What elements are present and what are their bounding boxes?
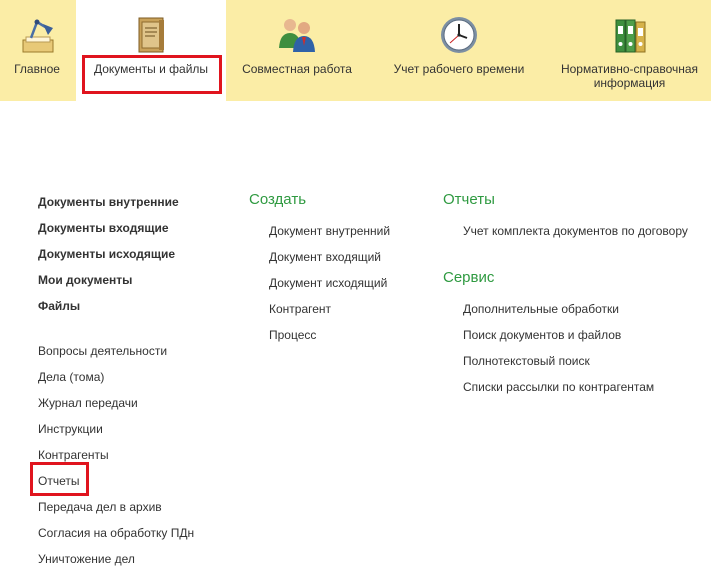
section-main[interactable]: Главное (0, 0, 74, 101)
section-collaboration-label: Совместная работа (242, 62, 352, 76)
nav-cases-destruction[interactable]: Уничтожение дел (38, 552, 135, 566)
create-counterparty[interactable]: Контрагент (269, 302, 331, 316)
nav-transfer-log[interactable]: Журнал передачи (38, 396, 138, 410)
desk-lamp-icon (22, 19, 54, 53)
nav-files[interactable]: Файлы (38, 299, 80, 313)
sections-panel: Главное Документы и файлы Совместная раб… (0, 0, 711, 101)
service-mailing-lists[interactable]: Списки рассылки по контрагентам (463, 380, 654, 394)
create-outgoing-document[interactable]: Документ исходящий (269, 276, 387, 290)
create-group-title: Создать (249, 191, 307, 208)
service-additional-processing[interactable]: Дополнительные обработки (463, 302, 619, 316)
section-documents-and-files-label: Документы и файлы (93, 62, 209, 76)
nav-counterparties[interactable]: Контрагенты (38, 448, 109, 462)
nav-my-documents[interactable]: Мои документы (38, 273, 132, 287)
service-fulltext-search[interactable]: Полнотекстовый поиск (463, 354, 590, 368)
section-time-tracking-label: Учет рабочего времени (393, 62, 525, 76)
create-incoming-document[interactable]: Документ входящий (269, 250, 381, 264)
nav-instructions[interactable]: Инструкции (38, 422, 103, 436)
nav-incoming-documents[interactable]: Документы входящие (38, 221, 169, 235)
people-icon (279, 19, 315, 52)
section-time-tracking[interactable]: Учет рабочего времени (380, 0, 538, 101)
section-main-label: Главное (14, 62, 60, 76)
nav-pd-consents[interactable]: Согласия на обработку ПДн (38, 526, 194, 540)
service-group-title: Сервис (443, 269, 495, 286)
service-search-documents-files[interactable]: Поиск документов и файлов (463, 328, 621, 342)
nav-internal-documents[interactable]: Документы внутренние (38, 195, 179, 209)
create-internal-document[interactable]: Документ внутренний (269, 224, 390, 238)
binders-icon (615, 19, 645, 53)
nav-cases-volumes[interactable]: Дела (тома) (38, 370, 104, 384)
report-contract-document-set[interactable]: Учет комплекта документов по договору (463, 224, 688, 238)
section-reference-info-label: Нормативно-справочная информация (560, 62, 699, 90)
reports-group-title: Отчеты (443, 191, 495, 208)
section-reference-info[interactable]: Нормативно-справочная информация (548, 0, 711, 101)
create-process[interactable]: Процесс (269, 328, 316, 342)
nav-reports[interactable]: Отчеты (38, 474, 79, 488)
nav-archive-transfer[interactable]: Передача дел в архив (38, 500, 162, 514)
section-documents-and-files[interactable]: Документы и файлы (76, 0, 226, 101)
nav-activity-questions[interactable]: Вопросы деятельности (38, 344, 167, 358)
clock-icon (441, 17, 477, 53)
nav-outgoing-documents[interactable]: Документы исходящие (38, 247, 175, 261)
document-folder-icon (138, 17, 164, 53)
section-collaboration[interactable]: Совместная работа (232, 0, 362, 101)
